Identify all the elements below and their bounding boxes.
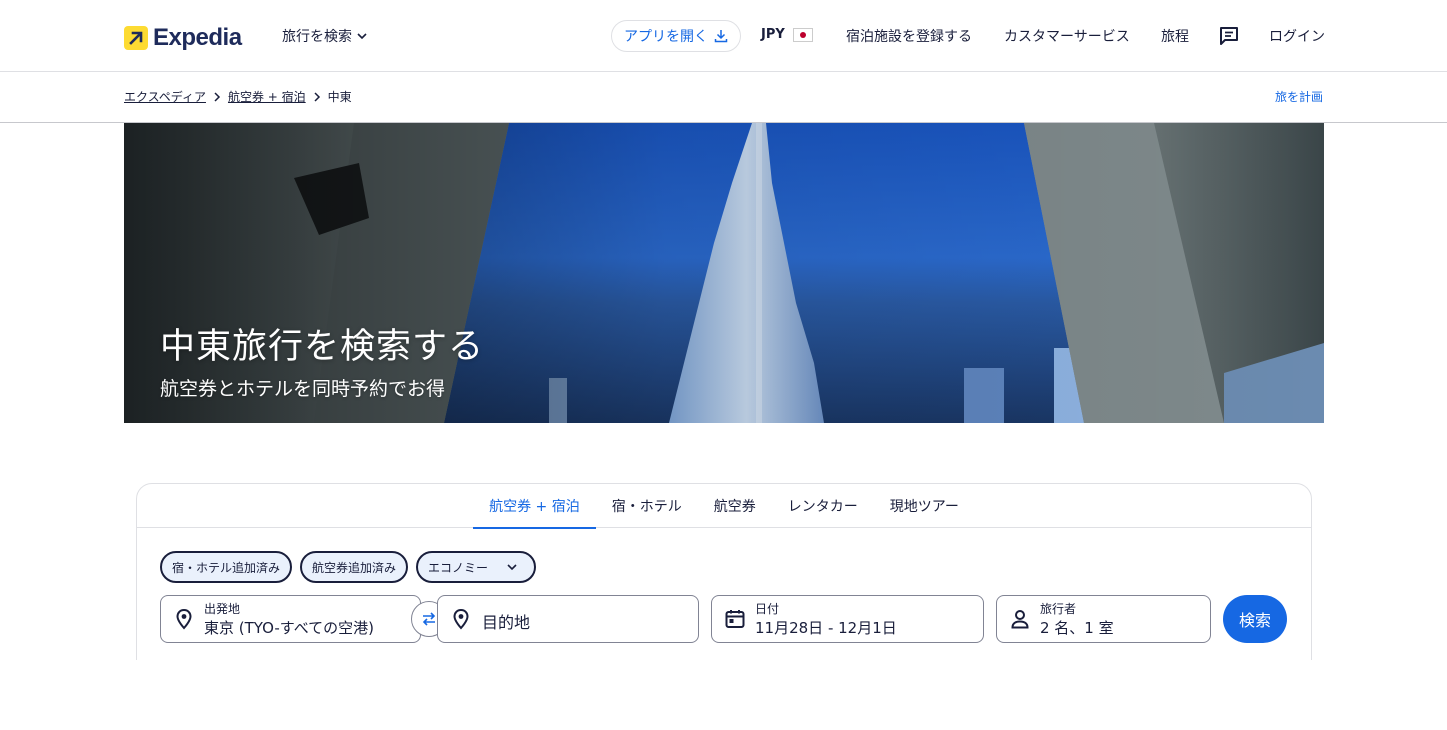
open-app-button[interactable]: アプリを開く <box>611 20 741 52</box>
breadcrumb-item-flight-hotel[interactable]: 航空券 + 宿泊 <box>228 88 306 105</box>
tab-flight-hotel[interactable]: 航空券 + 宿泊 <box>473 484 596 529</box>
chevron-right-icon <box>313 91 321 102</box>
tab-activities[interactable]: 現地ツアー <box>874 484 975 528</box>
travelers-field[interactable]: 旅行者 2 名、1 室 <box>996 595 1211 643</box>
cabin-class-dropdown[interactable]: エコノミー <box>416 551 537 583</box>
tab-cars[interactable]: レンタカー <box>772 484 874 528</box>
destination-placeholder: 目的地 <box>482 613 531 632</box>
breadcrumb-item-expedia[interactable]: エクスペディア <box>124 88 206 105</box>
map-pin-icon <box>173 608 195 634</box>
travelers-label: 旅行者 <box>1040 602 1077 616</box>
chevron-right-icon <box>213 91 221 102</box>
breadcrumb-bar: エクスペディア 航空券 + 宿泊 中東 旅を計画 <box>0 72 1447 123</box>
tab-flights[interactable]: 航空券 <box>698 484 772 528</box>
dates-field[interactable]: 日付 11月28日 - 12月1日 <box>711 595 984 643</box>
search-tabs: 航空券 + 宿泊 宿・ホテル 航空券 レンタカー 現地ツアー <box>137 484 1311 529</box>
breadcrumb: エクスペディア 航空券 + 宿泊 中東 <box>124 88 352 105</box>
hero-banner: 中東旅行を検索する 航空券とホテルを同時予約でお得 <box>124 123 1324 423</box>
japan-flag-icon <box>792 27 813 42</box>
open-app-label: アプリを開く <box>624 29 708 45</box>
login-link[interactable]: ログイン <box>1269 26 1325 46</box>
currency-label: JPY <box>761 27 785 42</box>
origin-value: 東京 (TYO-すべての空港) <box>204 619 374 637</box>
site-header: Expedia 旅行を検索 アプリを開く JPY 宿泊施設を登録する カスタマー… <box>0 0 1447 72</box>
dates-value: 11月28日 - 12月1日 <box>755 619 897 637</box>
customer-service-link[interactable]: カスタマーサービス <box>1004 26 1130 46</box>
stay-added-chip[interactable]: 宿・ホテル追加済み <box>160 551 293 583</box>
cabin-class-label: エコノミー <box>428 560 489 575</box>
destination-field[interactable]: 目的地 <box>437 595 699 643</box>
plan-trip-link[interactable]: 旅を計画 <box>1275 88 1323 105</box>
logo-text: Expedia <box>153 24 242 51</box>
expedia-logo[interactable]: Expedia <box>124 24 242 52</box>
itinerary-link[interactable]: 旅程 <box>1161 26 1189 46</box>
map-pin-icon <box>450 608 472 634</box>
package-options: 宿・ホテル追加済み 航空券追加済み エコノミー <box>160 551 544 583</box>
search-button[interactable]: 検索 <box>1223 595 1287 643</box>
currency-selector[interactable]: JPY <box>761 27 813 42</box>
chevron-down-icon <box>507 564 517 571</box>
flight-added-chip[interactable]: 航空券追加済み <box>300 551 409 583</box>
chevron-down-icon <box>357 33 367 40</box>
hero-title: 中東旅行を検索する <box>160 327 485 367</box>
tab-stays[interactable]: 宿・ホテル <box>596 484 698 528</box>
list-property-link[interactable]: 宿泊施設を登録する <box>846 26 972 46</box>
hero-subtitle: 航空券とホテルを同時予約でお得 <box>160 378 446 400</box>
download-icon <box>714 30 728 43</box>
page-bottom-blank <box>0 660 1447 730</box>
origin-label: 出発地 <box>204 602 241 616</box>
search-form-card: 航空券 + 宿泊 宿・ホテル 航空券 レンタカー 現地ツアー 宿・ホテル追加済み… <box>136 483 1312 683</box>
chat-icon[interactable] <box>1218 25 1240 51</box>
person-icon <box>1009 608 1031 634</box>
origin-field[interactable]: 出発地 東京 (TYO-すべての空港) <box>160 595 421 643</box>
logo-arrow-icon <box>124 26 148 50</box>
travelers-value: 2 名、1 室 <box>1040 619 1114 637</box>
trip-search-label: 旅行を検索 <box>282 29 352 45</box>
breadcrumb-item-current: 中東 <box>327 90 352 104</box>
trip-search-menu[interactable]: 旅行を検索 <box>282 26 368 46</box>
swap-arrows-icon <box>422 612 436 626</box>
calendar-icon <box>724 608 746 634</box>
dates-label: 日付 <box>755 602 780 616</box>
